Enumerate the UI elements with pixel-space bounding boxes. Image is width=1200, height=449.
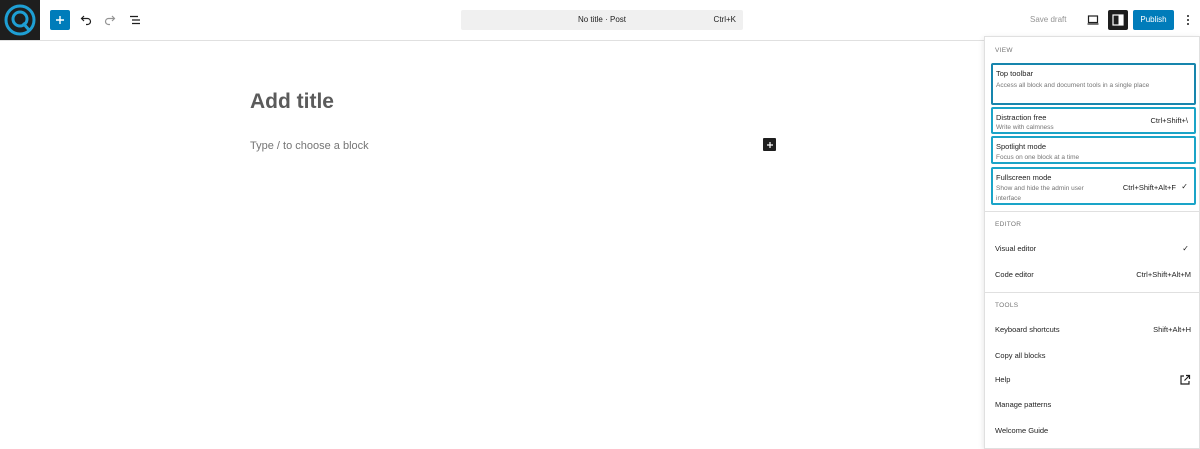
editor-header: No title · Post Ctrl+K Save draft Publis… [0,0,1200,41]
settings-sidebar-icon [1112,14,1124,26]
menu-item-label: Manage patterns [995,400,1052,409]
menu-item-label: Keyboard shortcuts [995,325,1060,334]
plus-icon [766,141,773,148]
add-block-button[interactable] [50,10,70,30]
save-draft-button[interactable]: Save draft [1030,10,1066,30]
menu-option-spotlight-mode[interactable]: Spotlight mode Focus on one block at a t… [991,136,1196,164]
document-title: No title · Post [577,15,626,24]
menu-item-shortcut: Ctrl+Shift+Alt+M [1136,270,1191,279]
menu-option-top-toolbar[interactable]: Top toolbar Access all block and documen… [991,63,1196,105]
redo-button[interactable] [100,10,120,30]
external-link-icon [1180,374,1191,385]
option-title: Spotlight mode [996,142,1047,151]
publish-button[interactable]: Publish [1133,10,1174,30]
undo-icon [80,15,92,26]
menu-item-visual-editor[interactable]: Visual editor ✓ [995,242,1191,256]
menu-divider [985,211,1199,212]
block-inserter-button[interactable] [763,138,776,151]
menu-item-label: Code editor [995,270,1034,279]
menu-item-shortcut: Shift+Alt+H [1153,325,1191,334]
check-icon: ✓ [1181,182,1188,191]
wordpress-site-icon [4,4,36,36]
more-vertical-icon [1187,15,1189,25]
option-description: Access all block and document tools in a… [996,82,1150,89]
document-overview-button[interactable] [125,10,145,30]
view-button[interactable] [1084,10,1102,30]
menu-item-help[interactable]: Help [995,373,1191,387]
menu-section-tools: TOOLS [995,302,1019,309]
menu-section-editor: EDITOR [995,221,1022,228]
option-title: Fullscreen mode [996,173,1052,182]
desktop-view-icon [1087,15,1099,25]
menu-item-keyboard-shortcuts[interactable]: Keyboard shortcuts Shift+Alt+H [995,323,1191,337]
check-icon: ✓ [1182,244,1189,253]
option-description: Show and hide the admin user interface [996,185,1084,202]
undo-button[interactable] [76,10,96,30]
command-shortcut: Ctrl+K [713,15,736,24]
command-palette-bar[interactable]: No title · Post Ctrl+K [461,10,743,30]
option-shortcut: Ctrl+Shift+Alt+F [1122,183,1176,192]
menu-item-copy-all-blocks[interactable]: Copy all blocks [995,349,1191,363]
menu-item-label: Welcome Guide [995,426,1049,435]
option-shortcut: Ctrl+Shift+\ [1150,116,1188,125]
site-logo[interactable] [0,0,40,40]
menu-item-label: Copy all blocks [995,351,1046,360]
menu-divider [985,292,1199,293]
option-description: Write with calmness [996,124,1054,131]
option-title: Distraction free [996,113,1047,122]
redo-icon [104,15,116,26]
post-title-input[interactable]: Add title [250,90,334,114]
menu-section-view: VIEW [995,47,1013,54]
options-button[interactable] [1181,10,1195,30]
menu-item-code-editor[interactable]: Code editor Ctrl+Shift+Alt+M [995,268,1191,282]
menu-item-label: Help [995,375,1011,384]
menu-item-welcome-guide[interactable]: Welcome Guide [995,424,1191,438]
menu-option-distraction-free[interactable]: Distraction free Write with calmness Ctr… [991,107,1196,134]
menu-item-manage-patterns[interactable]: Manage patterns [995,398,1191,412]
options-menu: VIEW Top toolbar Access all block and do… [984,36,1200,449]
block-appender[interactable]: Type / to choose a block [250,140,369,152]
list-view-icon [130,15,140,25]
menu-item-label: Visual editor [995,244,1037,253]
plus-icon [56,16,64,24]
settings-button[interactable] [1108,10,1128,30]
option-description: Focus on one block at a time [996,154,1080,161]
option-title: Top toolbar [996,69,1034,78]
menu-option-fullscreen-mode[interactable]: Fullscreen mode Show and hide the admin … [991,167,1196,205]
